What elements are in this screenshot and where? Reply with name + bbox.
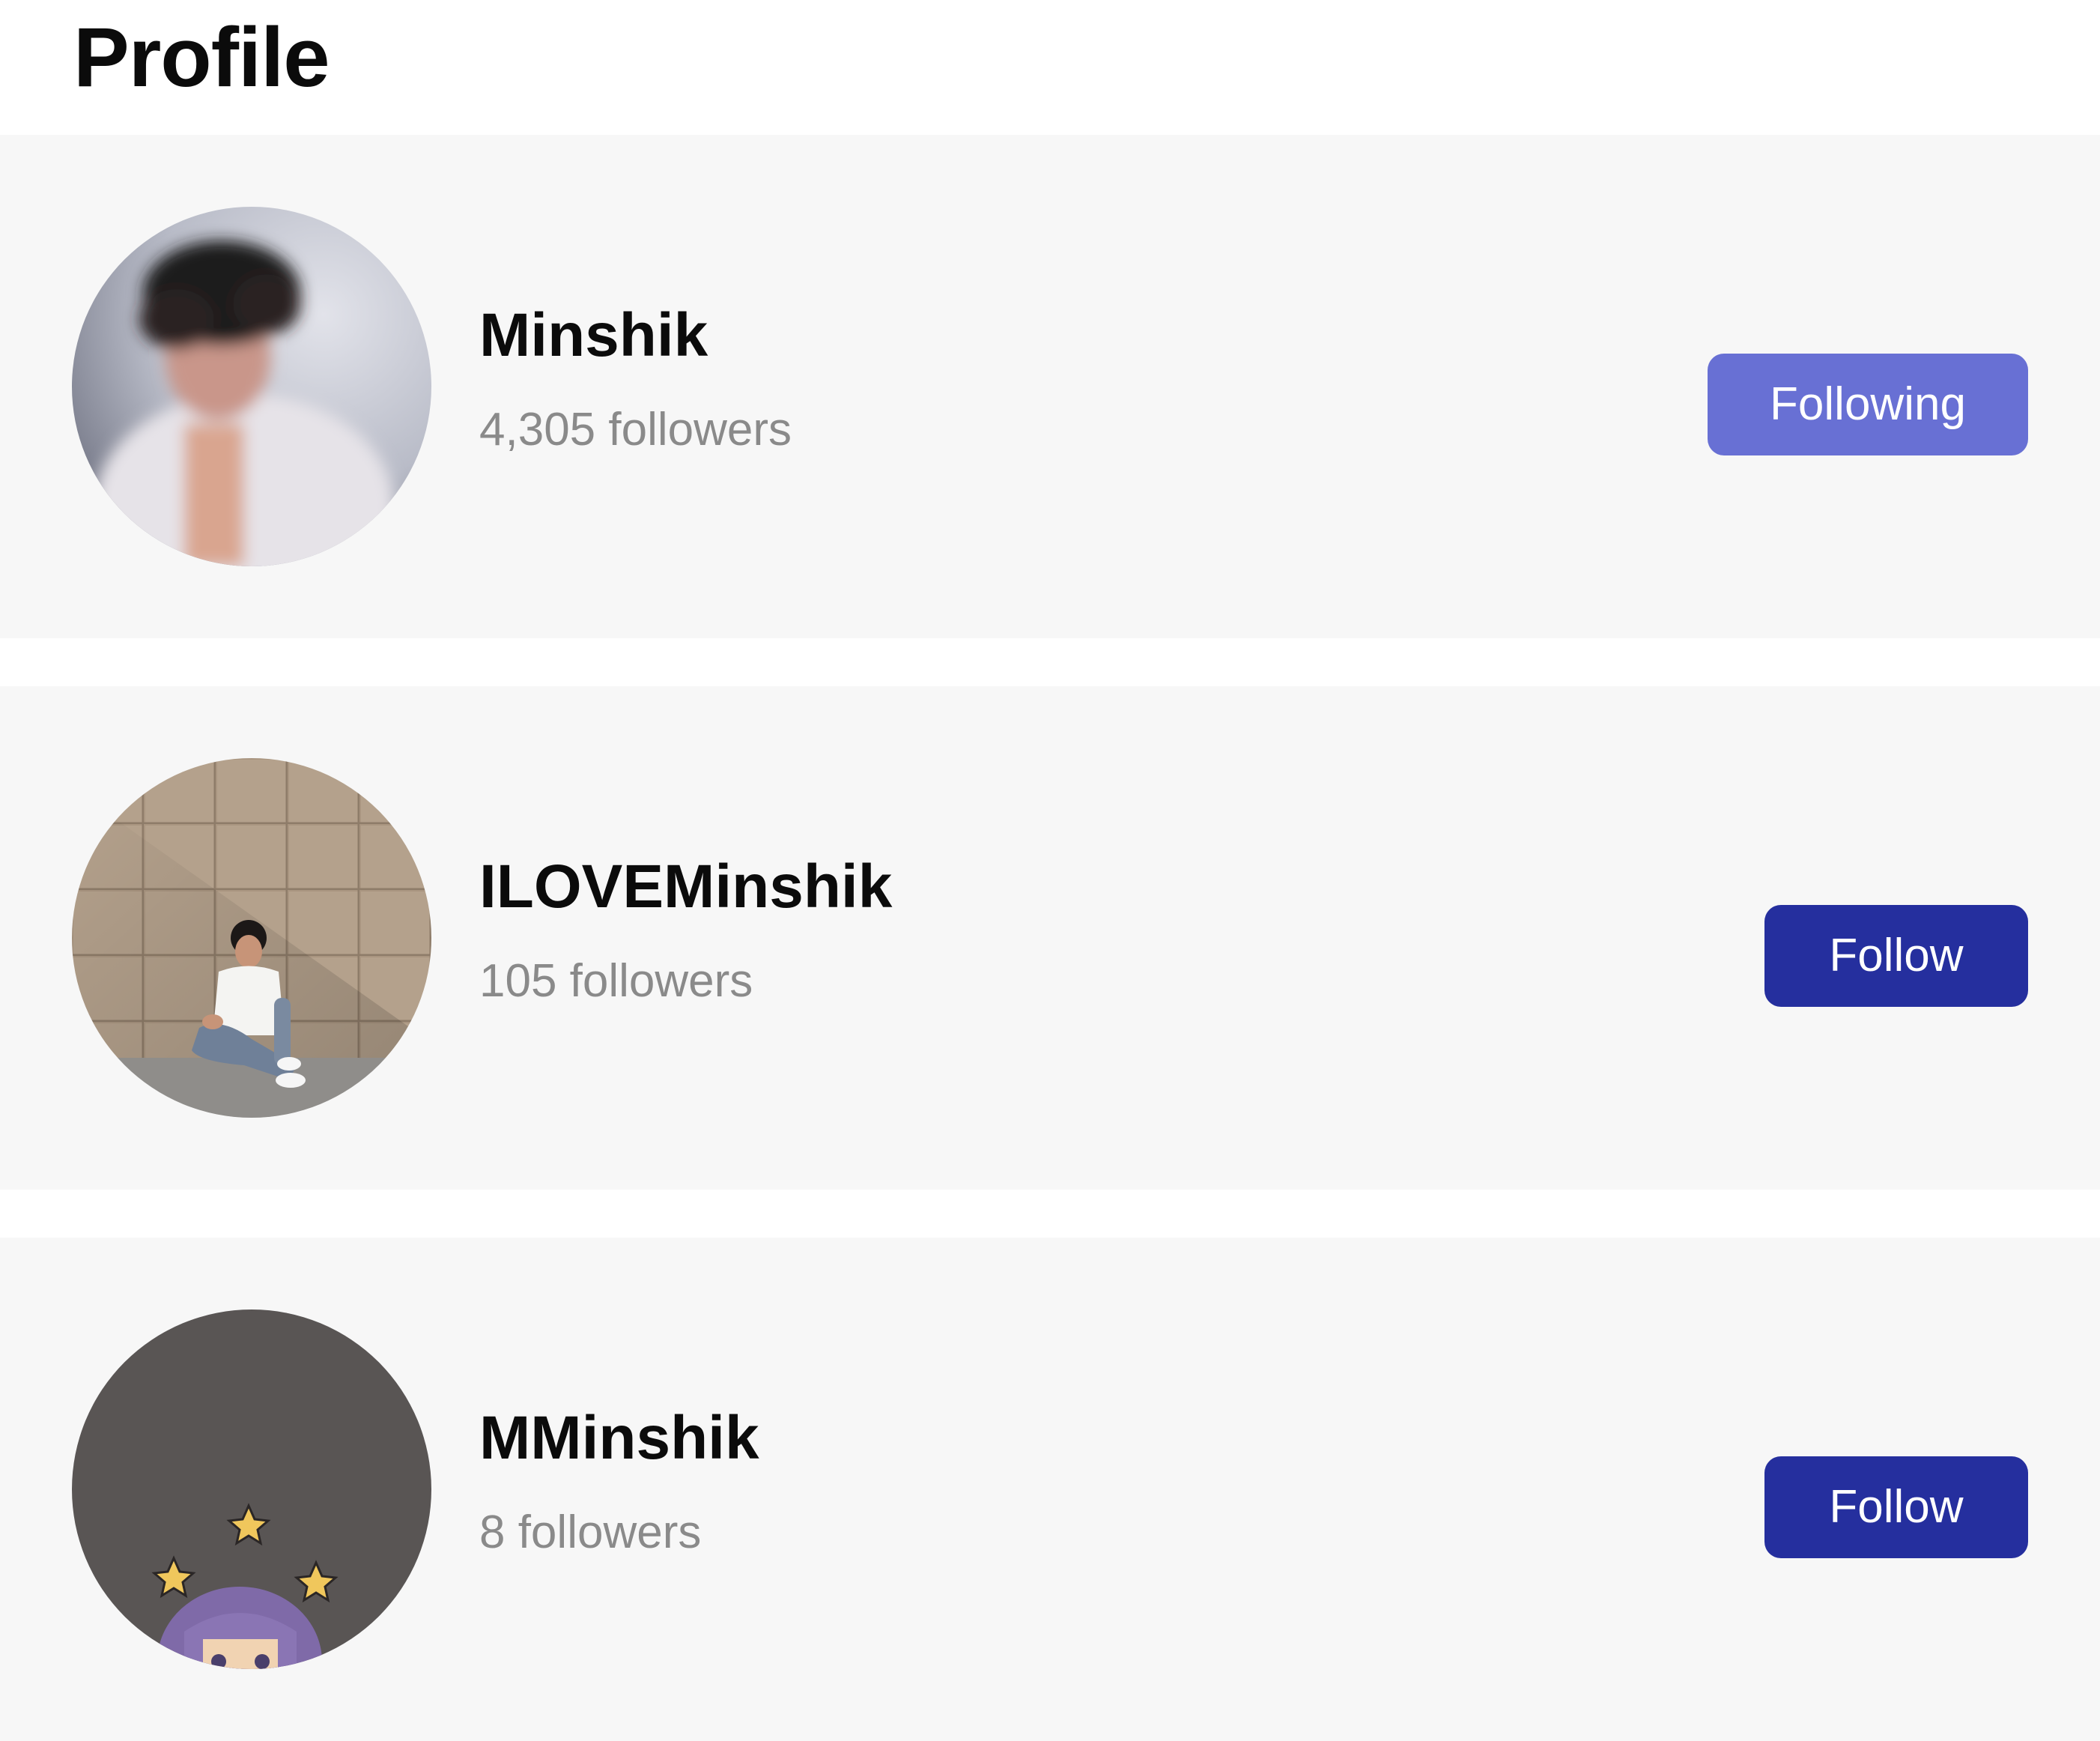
follow-button[interactable]: Follow [1764,905,2028,1007]
profile-row-ilove-minshik[interactable]: ILOVEMinshik 105 followers Follow [0,686,2100,1190]
profile-name: Minshik [479,301,708,369]
profile-name: MMinshik [479,1404,759,1472]
avatar[interactable] [72,207,431,566]
anime-character-with-stars-drawing-icon [72,1309,431,1669]
profile-row-minshik[interactable]: Minshik 4,305 followers Following [0,135,2100,638]
avatar[interactable] [72,1309,431,1669]
follower-count: 8 followers [479,1507,702,1558]
following-button[interactable]: Following [1708,354,2028,455]
follower-count: 105 followers [479,955,753,1007]
person-sitting-by-stone-wall-photo-icon [72,758,431,1118]
profile-row-mminshik[interactable]: MMinshik 8 followers Follow [0,1238,2100,1741]
follower-count: 4,305 followers [479,404,792,455]
profile-name: ILOVEMinshik [479,853,893,921]
page-title: Profile [73,10,330,104]
follow-button[interactable]: Follow [1764,1456,2028,1558]
blurred-portrait-photo-icon [72,207,431,566]
avatar[interactable] [72,758,431,1118]
